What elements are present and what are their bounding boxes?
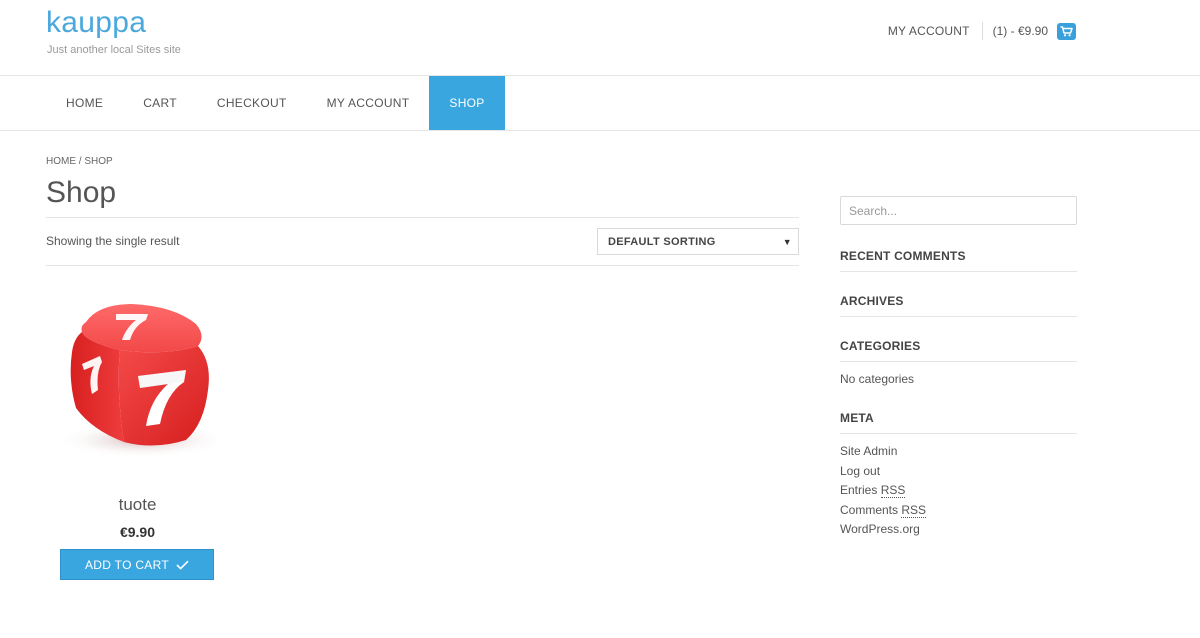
sidebar: RECENT COMMENTS ARCHIVES CATEGORIES No c…	[840, 196, 1077, 536]
meta-link-site-admin[interactable]: Site Admin	[840, 444, 897, 458]
site-header: kauppa Just another local Sites site MY …	[0, 0, 1200, 76]
widget-title-recent-comments: RECENT COMMENTS	[840, 249, 1077, 272]
widget-title-meta: META	[840, 411, 1077, 434]
product-name[interactable]: tuote	[46, 495, 229, 515]
add-to-cart-button[interactable]: ADD TO CART	[60, 549, 214, 580]
sorting-selected-value: DEFAULT SORTING	[608, 235, 716, 248]
nav-item-checkout[interactable]: CHECKOUT	[197, 76, 307, 130]
meta-link-wordpress[interactable]: WordPress.org	[840, 522, 920, 536]
header-account-cart: MY ACCOUNT (1) - €9.90	[888, 22, 1076, 40]
sorting-select[interactable]: DEFAULT SORTING ▼	[597, 228, 799, 255]
site-title[interactable]: kauppa	[46, 6, 146, 40]
comments-rss-prefix: Comments	[840, 503, 902, 517]
breadcrumb: HOME / SHOP	[46, 156, 113, 167]
result-count: Showing the single result	[46, 234, 180, 248]
title-divider	[46, 217, 799, 218]
site-description: Just another local Sites site	[47, 44, 181, 56]
checkmark-icon	[176, 560, 189, 570]
add-to-cart-label: ADD TO CART	[85, 557, 169, 572]
meta-link-entries-rss[interactable]: Entries RSS	[840, 483, 906, 498]
nav-item-my-account[interactable]: MY ACCOUNT	[307, 76, 430, 130]
chevron-down-icon: ▼	[782, 236, 792, 247]
meta-link-log-out[interactable]: Log out	[840, 464, 880, 478]
comments-rss-abbr: RSS	[901, 503, 927, 518]
page-title: Shop	[46, 176, 117, 209]
result-divider	[46, 265, 799, 266]
widget-title-categories: CATEGORIES	[840, 339, 1077, 362]
nav-item-home[interactable]: HOME	[46, 76, 123, 130]
main-navigation: HOME CART CHECKOUT MY ACCOUNT SHOP	[0, 76, 1200, 131]
header-divider	[981, 22, 983, 40]
entries-rss-prefix: Entries	[840, 483, 881, 497]
product-card: tuote €9.90 ADD TO CART	[46, 290, 229, 580]
search-input[interactable]	[840, 196, 1077, 225]
header-cart-summary[interactable]: (1) - €9.90	[993, 24, 1048, 38]
shopping-cart-icon[interactable]	[1057, 22, 1076, 40]
widget-title-archives: ARCHIVES	[840, 294, 1077, 317]
nav-item-cart[interactable]: CART	[123, 76, 197, 130]
product-image[interactable]	[46, 290, 229, 475]
categories-empty-text: No categories	[840, 372, 915, 386]
product-price: €9.90	[119, 524, 156, 540]
header-my-account-link[interactable]: MY ACCOUNT	[888, 24, 970, 38]
entries-rss-abbr: RSS	[880, 483, 906, 498]
nav-item-shop[interactable]: SHOP	[429, 76, 505, 130]
meta-link-comments-rss[interactable]: Comments RSS	[840, 503, 927, 518]
